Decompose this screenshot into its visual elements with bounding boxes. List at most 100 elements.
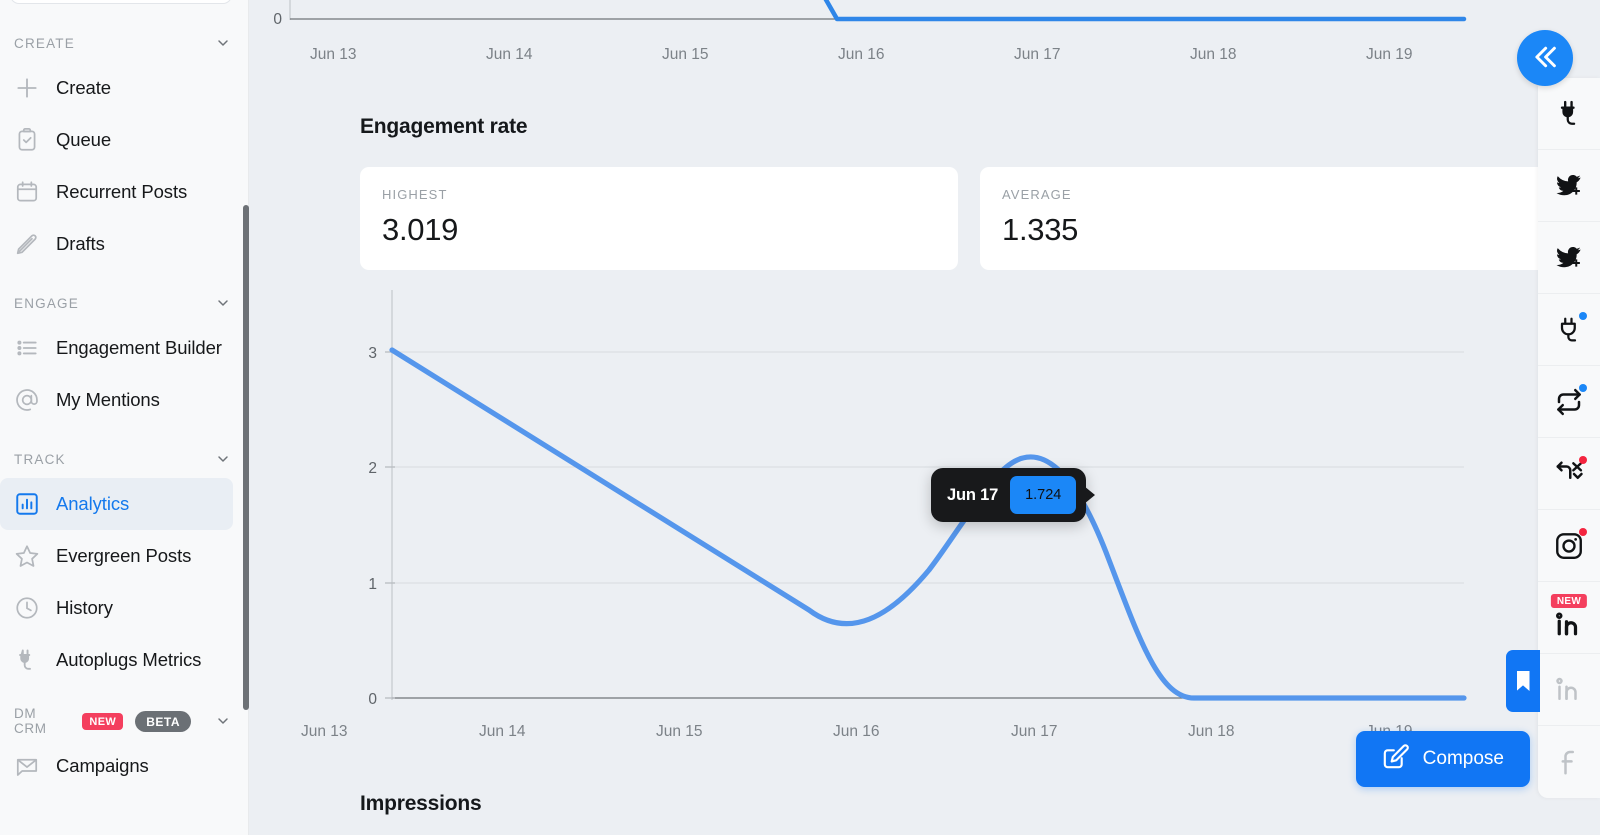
sidebar-item-label: Evergreen Posts (56, 545, 191, 567)
sidebar-item-analytics[interactable]: Analytics (0, 478, 233, 530)
svg-text:Jun 16: Jun 16 (833, 723, 880, 740)
sidebar-item-label: Queue (56, 129, 111, 151)
stat-card-highest: HIGHEST 3.019 (360, 167, 958, 270)
chevron-down-icon (215, 295, 231, 311)
sidebar-section-engage[interactable]: ENGAGE (0, 284, 249, 322)
sidebar-item-label: History (56, 597, 113, 619)
facebook-icon (1554, 747, 1584, 777)
sidebar-item-label: Autoplugs Metrics (56, 649, 201, 671)
compose-button[interactable]: Compose (1356, 731, 1530, 787)
svg-text:Jun 15: Jun 15 (662, 46, 709, 63)
bird-add-icon (1554, 243, 1584, 273)
saved-posts-tab[interactable] (1506, 650, 1540, 712)
list-icon (14, 335, 40, 361)
stat-card-average: AVERAGE 1.335 (980, 167, 1578, 270)
stat-value: 3.019 (382, 212, 936, 248)
sidebar-item-label: Recurrent Posts (56, 181, 187, 203)
collapse-rail-button[interactable] (1517, 30, 1573, 86)
envelope-chat-icon (14, 753, 40, 779)
sidebar-item-recurrent-posts[interactable]: Recurrent Posts (0, 166, 233, 218)
double-chevron-left-icon (1530, 42, 1560, 75)
bird-add-icon (1554, 171, 1584, 201)
rail-item-instagram[interactable] (1538, 510, 1600, 582)
rail-item-retweet[interactable] (1538, 366, 1600, 438)
svg-text:Jun 17: Jun 17 (1014, 46, 1061, 63)
clock-icon (14, 595, 40, 621)
engagement-rate-chart[interactable]: 3 2 1 0 Jun 13 Jun 14 Jun 15 Jun 16 Jun … (249, 280, 1600, 750)
rail-item-retweet-x[interactable] (1538, 438, 1600, 510)
chevron-down-icon (215, 451, 231, 467)
main-content: 0 Jun 13 Jun 14 Jun 15 Jun 16 Jun 17 Jun… (249, 0, 1600, 835)
top-chart: 0 Jun 13 Jun 14 Jun 15 Jun 16 Jun 17 Jun… (249, 0, 1600, 75)
sidebar-section-label: TRACK (14, 452, 66, 467)
badge-new: NEW (82, 713, 123, 730)
svg-text:Jun 13: Jun 13 (301, 723, 348, 740)
rail-item-linkedin-new[interactable]: NEW (1538, 582, 1600, 654)
plus-icon (14, 75, 40, 101)
badge-new: NEW (1551, 594, 1587, 608)
rail-item-add-twitter-2[interactable] (1538, 222, 1600, 294)
stat-value: 1.335 (1002, 212, 1556, 248)
sidebar-item-create[interactable]: Create (0, 62, 233, 114)
tooltip-value: 1.724 (1010, 476, 1076, 514)
plug-icon (14, 647, 40, 673)
stat-label: AVERAGE (1002, 187, 1556, 202)
sidebar-nav: CREATE Create (0, 0, 249, 792)
sidebar-item-history[interactable]: History (0, 582, 233, 634)
sidebar-section-dm-crm[interactable]: DM CRM NEW BETA (0, 702, 249, 740)
sidebar-section-label: DM CRM (14, 706, 70, 736)
svg-text:Jun 14: Jun 14 (479, 723, 526, 740)
notification-dot (1579, 528, 1587, 536)
sidebar-item-drafts[interactable]: Drafts (0, 218, 233, 270)
sidebar-item-label: My Mentions (56, 389, 160, 411)
svg-text:3: 3 (368, 345, 377, 362)
pencil-icon (14, 231, 40, 257)
sidebar-item-campaigns[interactable]: Campaigns (0, 740, 233, 792)
tooltip-date: Jun 17 (947, 486, 998, 505)
badge-beta: BETA (135, 711, 191, 732)
sidebar-section-label: CREATE (14, 36, 75, 51)
star-icon (14, 543, 40, 569)
sidebar-item-my-mentions[interactable]: My Mentions (0, 374, 233, 426)
clipboard-check-icon (14, 127, 40, 153)
rail-item-linkedin[interactable] (1538, 654, 1600, 726)
svg-text:0: 0 (368, 691, 377, 708)
notification-dot (1579, 384, 1587, 392)
notification-dot (1579, 456, 1587, 464)
rail-item-autoplug-settings[interactable] (1538, 294, 1600, 366)
sidebar-item-queue[interactable]: Queue (0, 114, 233, 166)
sidebar-item-label: Create (56, 77, 111, 99)
svg-text:Jun 18: Jun 18 (1188, 723, 1235, 740)
stat-cards: HIGHEST 3.019 AVERAGE 1.335 (360, 167, 1578, 270)
compose-button-label: Compose (1423, 748, 1504, 770)
app-root: CREATE Create (0, 0, 1600, 835)
sidebar-item-label: Campaigns (56, 755, 149, 777)
svg-text:0: 0 (273, 11, 282, 28)
sidebar-item-evergreen-posts[interactable]: Evergreen Posts (0, 530, 233, 582)
rail-item-add-twitter-1[interactable] (1538, 150, 1600, 222)
svg-text:Jun 14: Jun 14 (486, 46, 533, 63)
sidebar-item-label: Engagement Builder (56, 337, 222, 359)
svg-text:Jun 19: Jun 19 (1366, 46, 1413, 63)
svg-text:2: 2 (368, 460, 377, 477)
sidebar-item-engagement-builder[interactable]: Engagement Builder (0, 322, 233, 374)
svg-text:Jun 13: Jun 13 (310, 46, 357, 63)
linkedin-icon (1554, 610, 1584, 640)
sidebar-item-autoplugs-metrics[interactable]: Autoplugs Metrics (0, 634, 233, 686)
notification-dot (1579, 312, 1587, 320)
calendar-icon (14, 179, 40, 205)
svg-text:1: 1 (368, 576, 377, 593)
sidebar-section-create[interactable]: CREATE (0, 24, 249, 62)
chevron-down-icon (215, 35, 231, 51)
sidebar-top-cap (10, 0, 232, 4)
sidebar-item-label: Analytics (56, 493, 129, 515)
plug-filled-icon (1554, 99, 1584, 129)
chart-tooltip: Jun 17 1.724 (931, 468, 1086, 522)
engagement-rate-title: Engagement rate (360, 115, 527, 139)
rail-item-facebook[interactable] (1538, 726, 1600, 798)
sidebar-section-track[interactable]: TRACK (0, 440, 249, 478)
compose-pencil-icon (1382, 743, 1409, 776)
rail-item-autoplug[interactable] (1538, 78, 1600, 150)
sidebar: CREATE Create (0, 0, 249, 835)
linkedin-icon (1554, 675, 1584, 705)
